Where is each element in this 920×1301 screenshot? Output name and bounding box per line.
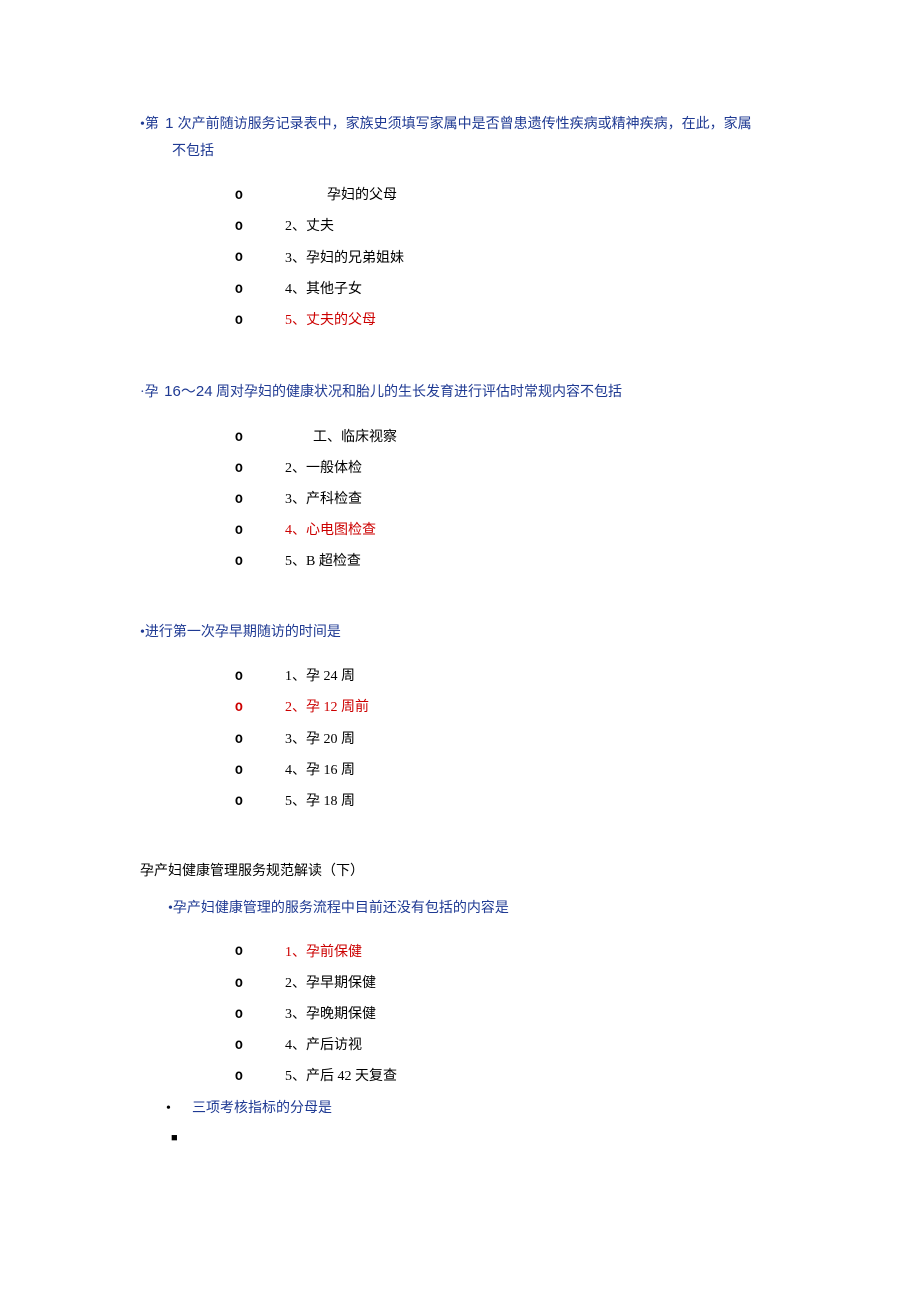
prompt-post: 周对孕妇的健康状况和胎儿的生长发育进行评估时常规内容不包括	[213, 385, 623, 400]
document-page: •第 1 次产前随访服务记录表中，家族史须填写家属中是否曾患遗传性疾病或精神疾病…	[0, 0, 920, 1214]
option-row: O 5、B 超检查	[235, 549, 780, 574]
option-row: O 3、孕 20 周	[235, 727, 780, 752]
bullet-icon: O	[235, 1003, 285, 1026]
option-row: O 1、孕前保健	[235, 940, 780, 965]
option-text: 2、丈夫	[285, 214, 334, 239]
option-row: O 2、孕早期保健	[235, 971, 780, 996]
option-text: 5、B 超检查	[285, 549, 361, 574]
option-row: O 3、孕晚期保健	[235, 1002, 780, 1027]
option-row: O 1、孕 24 周	[235, 664, 780, 689]
question-prompt-3: •进行第一次孕早期随访的时间是	[140, 620, 780, 647]
option-row: O 3、孕妇的兄弟姐妹	[235, 246, 780, 271]
option-row: O 孕妇的父母	[235, 183, 780, 208]
option-row-answer: O 2、孕 12 周前	[235, 695, 780, 720]
prompt-post: •进行第一次孕早期随访的时间是	[140, 625, 341, 640]
trailing-row-1: • 三项考核指标的分母是	[166, 1096, 780, 1121]
bullet-icon: O	[235, 550, 285, 573]
bullet-icon: O	[235, 759, 285, 782]
option-row: O 工、临床视察	[235, 425, 780, 450]
option-row: O 5、丈夫的父母	[235, 308, 780, 333]
bullet-icon: O	[235, 246, 285, 269]
option-text: 4、孕 16 周	[285, 758, 355, 783]
bullet-icon: O	[235, 457, 285, 480]
bullet-icon: O	[235, 184, 285, 207]
option-text: 3、孕妇的兄弟姐妹	[285, 246, 404, 271]
bullet-icon: O	[235, 1034, 285, 1057]
option-row: O 5、孕 18 周	[235, 789, 780, 814]
question-block-3: •进行第一次孕早期随访的时间是 O 1、孕 24 周 O 2、孕 12 周前 O…	[140, 620, 780, 815]
options-list-3: O 1、孕 24 周 O 2、孕 12 周前 O 3、孕 20 周 O 4、孕 …	[235, 664, 780, 814]
sub-question-text: •孕产妇健康管理的服务流程中目前还没有包括的内容是	[168, 901, 509, 916]
bullet-icon: O	[235, 1065, 285, 1088]
option-text-answer: 2、孕 12 周前	[285, 695, 369, 720]
option-row: O 2、丈夫	[235, 214, 780, 239]
option-text: 4、产后访视	[285, 1033, 362, 1058]
trailing-question-text: 三项考核指标的分母是	[192, 1096, 332, 1121]
option-text: 4、其他子女	[285, 277, 362, 302]
option-row: O 4、其他子女	[235, 277, 780, 302]
bullet-icon: O	[235, 309, 285, 332]
prompt-line2: 不包括	[140, 139, 780, 166]
bullet-icon: O	[235, 426, 285, 449]
question-prompt-2: ·孕 16～24 周对孕妇的健康状况和胎儿的生长发育进行评估时常规内容不包括	[140, 378, 780, 407]
bullet-icon: O	[235, 519, 285, 542]
bullet-icon: O	[235, 696, 285, 719]
option-text: 3、孕 20 周	[285, 727, 355, 752]
bullet-icon: O	[235, 728, 285, 751]
prompt-num: 16～24	[164, 383, 212, 400]
question-block-1: •第 1 次产前随访服务记录表中，家族史须填写家属中是否曾患遗传性疾病或精神疾病…	[140, 110, 780, 333]
bullet-icon: O	[235, 790, 285, 813]
section-heading: 孕产妇健康管理服务规范解读（下）	[140, 859, 780, 884]
option-text-answer: 1、孕前保健	[285, 940, 362, 965]
sub-options-list: O 1、孕前保健 O 2、孕早期保健 O 3、孕晚期保健 O 4、产后访视 O …	[235, 940, 780, 1090]
option-text: 2、孕早期保健	[285, 971, 376, 996]
option-row: O 4、心电图检查	[235, 518, 780, 543]
bullet-icon: O	[235, 665, 285, 688]
option-row: O 4、孕 16 周	[235, 758, 780, 783]
option-text: 1、孕 24 周	[285, 664, 355, 689]
prompt-num: 1	[161, 115, 178, 132]
prompt-pre: •第	[140, 117, 159, 132]
option-row: O 3、产科检查	[235, 487, 780, 512]
bullet-icon: O	[235, 215, 285, 238]
question-block-2: ·孕 16～24 周对孕妇的健康状况和胎儿的生长发育进行评估时常规内容不包括 O…	[140, 378, 780, 575]
trailing-row-2: ■	[166, 1129, 780, 1149]
options-list-2: O 工、临床视察 O 2、一般体检 O 3、产科检查 O 4、心电图检查 O 5…	[235, 425, 780, 575]
sub-question-prompt: •孕产妇健康管理的服务流程中目前还没有包括的内容是	[166, 896, 780, 921]
bullet-icon: O	[235, 972, 285, 995]
option-row: O 5、产后 42 天复查	[235, 1064, 780, 1089]
option-text: 5、产后 42 天复查	[285, 1064, 397, 1089]
option-row: O 4、产后访视	[235, 1033, 780, 1058]
bullet-icon: O	[235, 940, 285, 963]
option-text: 孕妇的父母	[285, 183, 397, 208]
option-text: 3、孕晚期保健	[285, 1002, 376, 1027]
option-text: 2、一般体检	[285, 456, 362, 481]
square-icon: ■	[171, 1129, 178, 1149]
bullet-icon: O	[235, 278, 285, 301]
prompt-post: 次产前随访服务记录表中，家族史须填写家属中是否曾患遗传性疾病或精神疾病，在此，家…	[178, 117, 752, 132]
option-text-answer: 5、丈夫的父母	[285, 308, 376, 333]
dot-icon: •	[166, 1096, 192, 1121]
option-text: 3、产科检查	[285, 487, 362, 512]
option-text-answer: 4、心电图检查	[285, 518, 376, 543]
options-list-1: O 孕妇的父母 O 2、丈夫 O 3、孕妇的兄弟姐妹 O 4、其他子女 O 5、…	[235, 183, 780, 333]
option-text: 工、临床视察	[285, 425, 397, 450]
bullet-icon: O	[235, 488, 285, 511]
option-text: 5、孕 18 周	[285, 789, 355, 814]
prompt-pre: ·孕	[140, 385, 162, 400]
question-prompt-1: •第 1 次产前随访服务记录表中，家族史须填写家属中是否曾患遗传性疾病或精神疾病…	[140, 110, 780, 165]
option-row: O 2、一般体检	[235, 456, 780, 481]
trailing-question-block: • 三项考核指标的分母是 ■	[166, 1096, 780, 1149]
